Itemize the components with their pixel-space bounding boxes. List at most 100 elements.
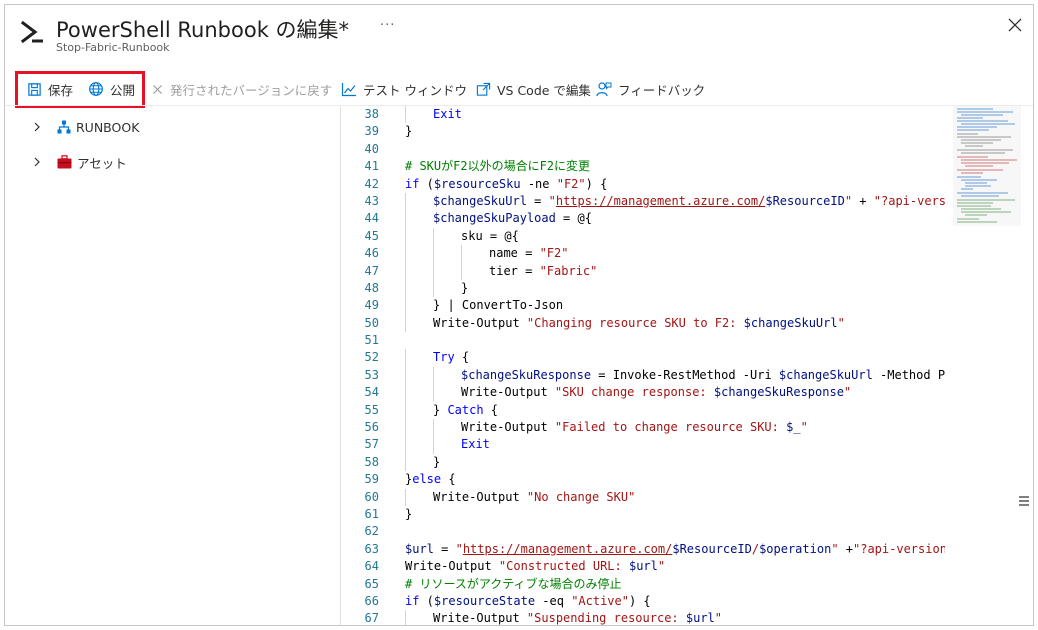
code-token: "Constructed URL:	[498, 559, 629, 574]
code-line[interactable]: $changeSkuResponse = Invoke-RestMethod -…	[405, 366, 945, 385]
code-line[interactable]: }	[405, 506, 945, 523]
code-token: Write-Output	[461, 385, 555, 400]
save-publish-highlight	[15, 71, 145, 108]
code-line[interactable]: Try {	[405, 349, 945, 367]
indent-guide	[433, 436, 461, 454]
code-line[interactable]: # SKUがF2以外の場合にF2に変更	[405, 158, 945, 175]
code-line[interactable]: if ($resourceState -eq "Active") {	[405, 593, 945, 610]
code-line[interactable]: $changeSkuPayload = @{	[405, 210, 945, 228]
code-token: "?api-version=2023-11-01"	[853, 541, 945, 556]
code-line[interactable]: Write-Output "Changing resource SKU to F…	[405, 314, 945, 333]
code-line[interactable]: $changeSkuUrl = "https://management.azur…	[405, 192, 945, 211]
code-line[interactable]: } Catch {	[405, 401, 945, 420]
indent-guide	[433, 279, 461, 298]
code-line[interactable]: if ($resourceSku -ne "F2") {	[405, 176, 945, 193]
code-line[interactable]: Exit	[405, 106, 945, 124]
line-number: 43	[364, 193, 379, 208]
code-line[interactable]	[405, 332, 945, 349]
revert-button[interactable]: 発行されたバージョンに戻す	[151, 73, 332, 105]
code-token: "Active"	[571, 593, 629, 608]
code-token: Catch	[447, 402, 484, 417]
feedback-button[interactable]: フィードバック	[596, 73, 705, 105]
code-minimap[interactable]	[953, 106, 1021, 226]
indent-guide	[405, 210, 433, 228]
vscode-button[interactable]: VS Code で編集	[476, 73, 591, 105]
code-token: Try	[433, 350, 455, 365]
code-line[interactable]: Write-Output "Suspending resource: $url"	[405, 610, 945, 626]
code-token: "	[844, 193, 853, 208]
code-token: $ResourceID	[672, 541, 752, 556]
line-number: 62	[364, 524, 379, 539]
code-token: {	[441, 472, 456, 487]
code-token: $operation	[759, 541, 832, 556]
code-token: # リソースがアクティブな場合のみ停止	[405, 576, 622, 591]
code-token: Write-Output	[433, 489, 527, 504]
code-token: "	[657, 559, 666, 574]
test-pane-button[interactable]: テスト ウィンドウ	[341, 73, 467, 105]
code-line[interactable]: Exit	[405, 436, 945, 454]
code-token: name =	[489, 246, 540, 261]
code-token: "	[843, 385, 852, 400]
line-number: 49	[364, 298, 379, 313]
code-token: (	[419, 593, 434, 608]
indent-guide	[405, 610, 433, 625]
code-area[interactable]: Exit} # SKUがF2以外の場合にF2に変更 if ($resourceSk…	[405, 106, 945, 626]
tree-item-assets[interactable]: アセット	[33, 152, 127, 172]
code-line[interactable]: # リソースがアクティブな場合のみ停止	[405, 576, 945, 593]
runbook-editor-pane: PowerShell Runbook の編集* ··· Stop-Fabric-…	[4, 4, 1034, 626]
code-line[interactable]: Write-Output "No change SKU"	[405, 488, 945, 506]
line-number: 47	[364, 263, 379, 278]
close-icon[interactable]	[1007, 17, 1023, 33]
code-token: "SKU change response:	[554, 385, 714, 400]
tree-label-runbook: RUNBOOK	[76, 119, 140, 135]
line-number: 58	[364, 454, 379, 469]
code-line[interactable]: $url = "https://management.azure.com/$Re…	[405, 541, 945, 558]
code-line[interactable]: }	[405, 123, 945, 140]
vscode-label: VS Code で編集	[497, 82, 591, 98]
code-line[interactable]: }	[405, 453, 945, 472]
code-token: Write-Output	[405, 559, 499, 574]
revert-label: 発行されたバージョンに戻す	[170, 82, 333, 98]
code-token: $_	[786, 420, 801, 435]
more-options-button[interactable]: ···	[380, 18, 395, 33]
code-line[interactable]: Write-Output "Failed to change resource …	[405, 419, 945, 437]
code-line[interactable]: name = "F2"	[405, 245, 945, 263]
code-line[interactable]: tier = "Fabric"	[405, 262, 945, 280]
code-token: "	[714, 611, 723, 626]
line-number: 64	[364, 559, 379, 574]
code-line[interactable]: sku = @{	[405, 227, 945, 246]
line-number: 42	[364, 176, 379, 191]
code-token: "	[837, 315, 845, 330]
code-token: sku = @{	[461, 228, 519, 243]
line-number: 53	[364, 367, 379, 382]
code-line[interactable]	[405, 523, 945, 540]
code-token: $changeSkuResponse	[713, 385, 844, 400]
code-token: "No change SKU"	[526, 489, 636, 504]
line-number: 67	[364, 611, 379, 626]
code-token: -eq	[535, 593, 572, 608]
code-token: "Fabric"	[539, 263, 598, 278]
code-line[interactable]: Write-Output "Constructed URL: $url"	[405, 558, 945, 575]
close-x-icon	[153, 84, 162, 94]
code-line[interactable]: Write-Output "SKU change response: $chan…	[405, 384, 945, 402]
code-line[interactable]: } | ConvertTo-Json	[405, 297, 945, 315]
chevron-right-icon	[33, 157, 43, 167]
code-line[interactable]: }else {	[405, 471, 945, 488]
code-token: "Suspending resource:	[526, 611, 686, 626]
code-token: (	[419, 176, 434, 191]
indent-guide	[405, 262, 433, 280]
code-token: "	[831, 541, 839, 556]
code-line[interactable]: }	[405, 279, 945, 298]
code-token: /	[751, 541, 760, 556]
tree-item-runbook[interactable]: RUNBOOK	[33, 117, 139, 137]
code-editor[interactable]: 38 39 40 41 42 43 44 45 46 47 48 49 50 51 52 53 54 55 56 57…	[340, 106, 1033, 626]
code-token: =	[526, 193, 549, 208]
code-token: "F2"	[556, 176, 586, 191]
line-number: 66	[364, 593, 379, 608]
code-token: }	[461, 280, 469, 295]
code-line[interactable]	[405, 141, 945, 158]
indent-guide	[405, 297, 433, 315]
code-token: = Invoke-RestMethod -Uri	[591, 367, 779, 382]
indent-guide	[433, 384, 461, 402]
code-token: $changeSkuResponse	[461, 367, 592, 382]
